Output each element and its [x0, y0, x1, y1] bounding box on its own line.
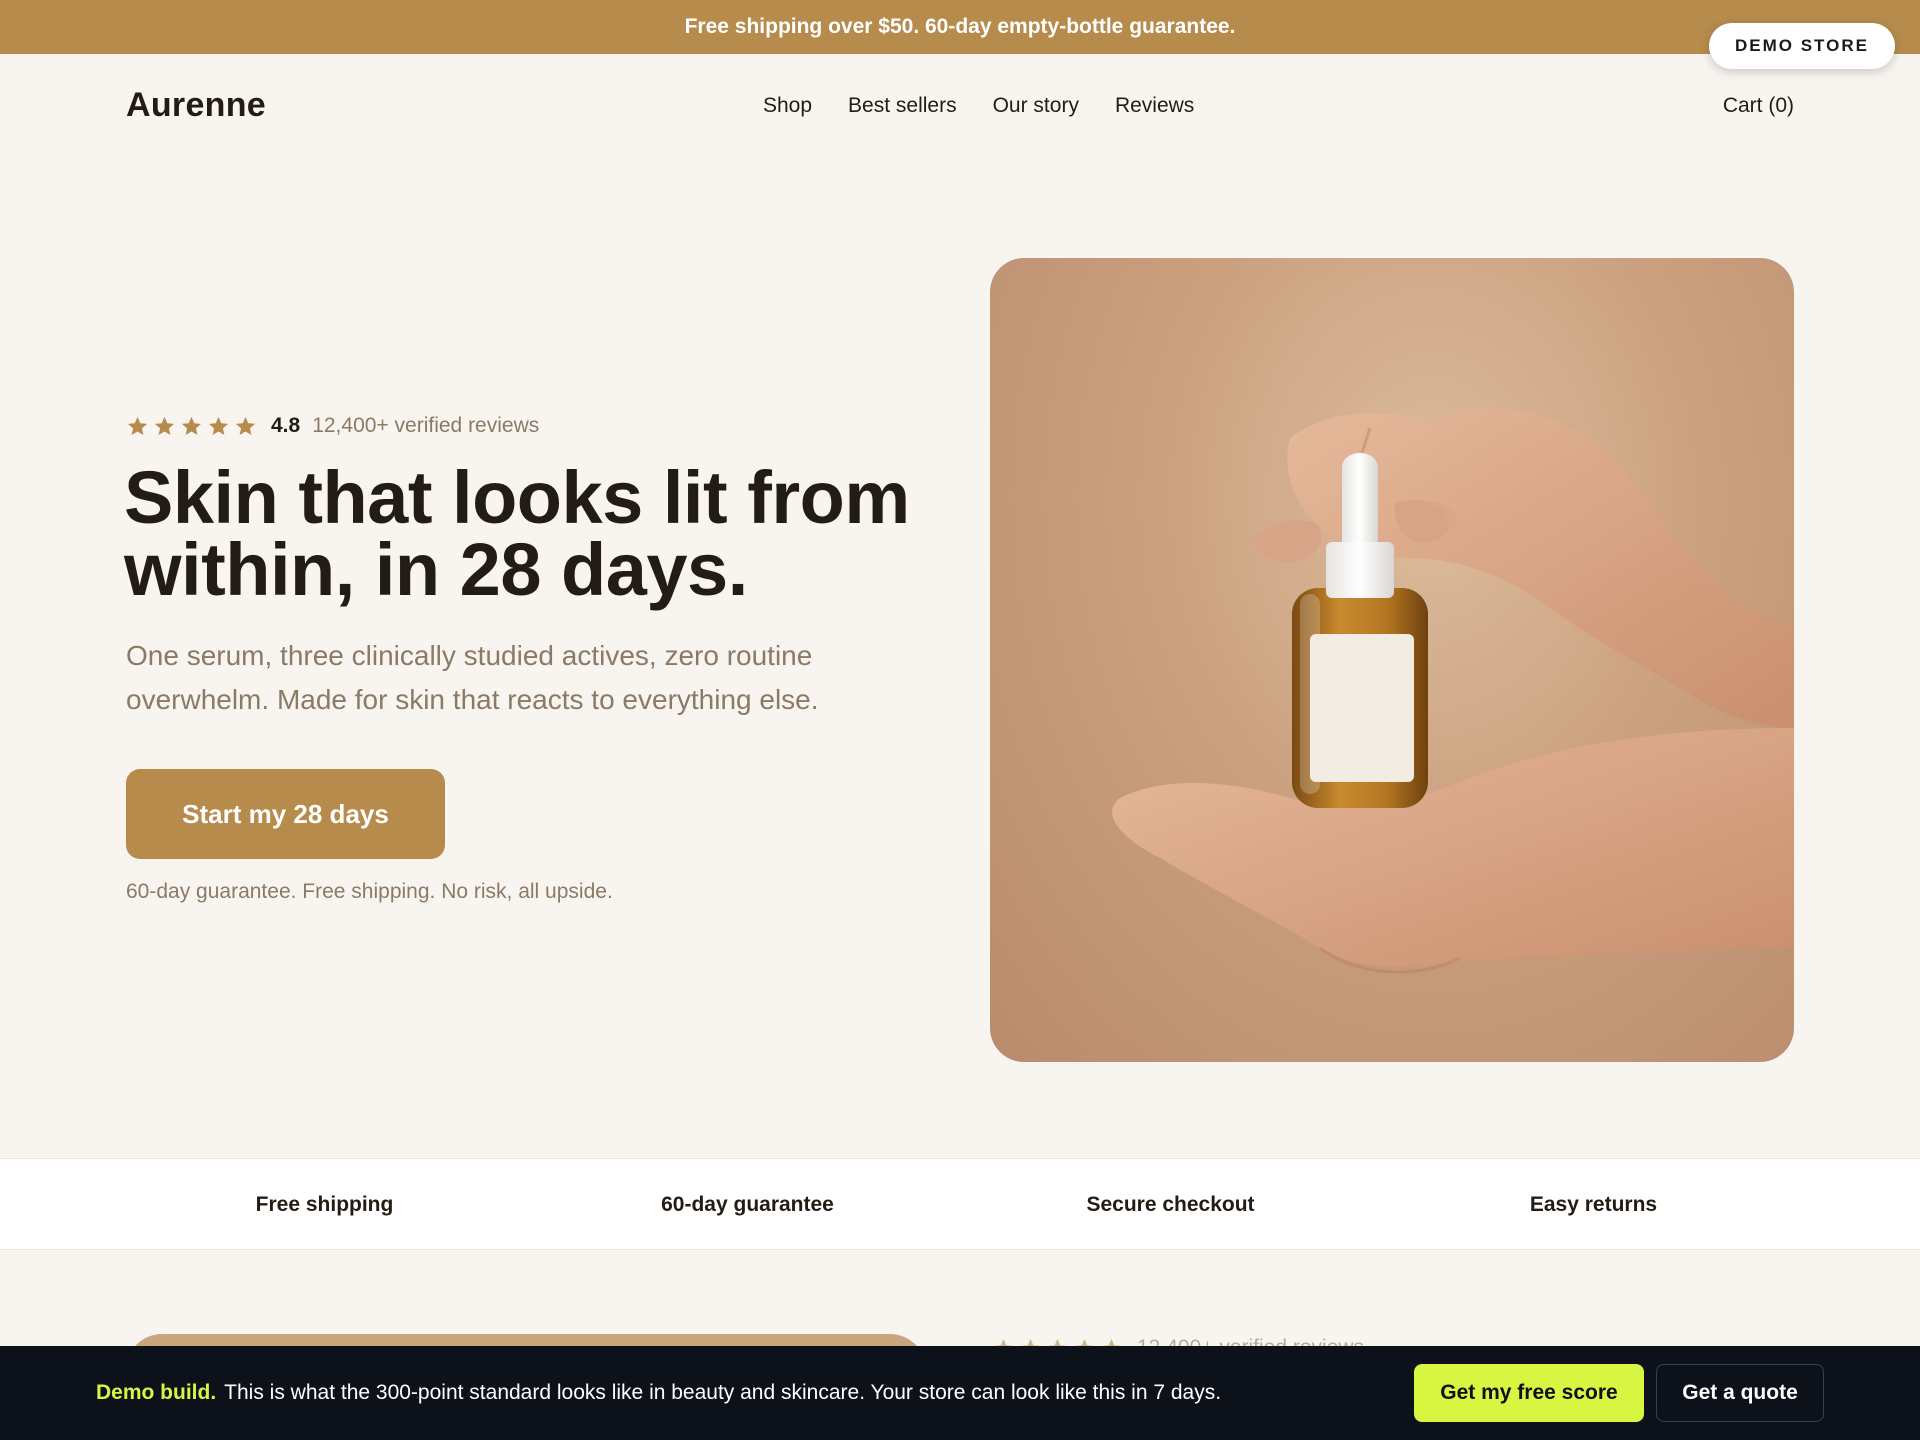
hero-product-image [990, 258, 1794, 1062]
trust-guarantee: 60-day guarantee [661, 1193, 834, 1216]
main-nav: Shop Best sellers Our story Reviews [763, 94, 1230, 118]
guarantee-note: 60-day guarantee. Free shipping. No risk… [126, 880, 613, 903]
demo-message: Demo build. This is what the 300-point s… [96, 1346, 1221, 1440]
brand-logo[interactable]: Aurenne [126, 86, 266, 125]
review-count: 12,400+ verified reviews [312, 414, 540, 437]
trust-easy-returns: Easy returns [1529, 1193, 1658, 1216]
start-button[interactable]: Start my 28 days [126, 769, 445, 859]
hero-rating: 4.8 12,400+ verified reviews [126, 414, 539, 438]
hero-subtitle: One serum, three clinically studied acti… [126, 634, 886, 722]
trust-free-shipping: Free shipping [255, 1193, 394, 1216]
announcement-text: Free shipping over $50. 60-day empty-bot… [684, 15, 1236, 38]
hero-subtitle-line-2: overwhelm. Made for skin that reacts to … [126, 684, 819, 715]
hero-title-line-1: Skin that looks lit from [124, 456, 910, 539]
serum-bottle-illustration [1112, 409, 1794, 974]
trust-secure-checkout: Secure checkout [1086, 1193, 1255, 1216]
announcement-bar: Free shipping over $50. 60-day empty-bot… [0, 0, 1920, 54]
star-rating [126, 415, 257, 438]
star-icon [235, 416, 256, 435]
nav-reviews[interactable]: Reviews [1115, 94, 1194, 118]
site-header: Aurenne Shop Best sellers Our story Revi… [0, 54, 1920, 162]
nav-best-sellers[interactable]: Best sellers [848, 94, 957, 118]
hero-title-line-2: within, in 28 days. [124, 528, 748, 611]
hero-title: Skin that looks lit from within, in 28 d… [124, 461, 964, 607]
demo-banner: Demo build. This is what the 300-point s… [0, 1346, 1920, 1440]
demo-lead: Demo build. [96, 1381, 217, 1404]
nav-shop[interactable]: Shop [763, 94, 812, 118]
star-icon [154, 416, 175, 435]
demo-store-badge[interactable]: DEMO STORE [1709, 23, 1895, 69]
star-icon [127, 416, 148, 435]
rating-score: 4.8 [271, 414, 301, 437]
star-icon [181, 416, 202, 435]
nav-our-story[interactable]: Our story [993, 94, 1079, 118]
hero-subtitle-line-1: One serum, three clinically studied acti… [126, 640, 813, 671]
trust-strip: Free shipping 60-day guarantee Secure ch… [0, 1158, 1920, 1250]
free-score-button[interactable]: Get my free score [1414, 1364, 1644, 1422]
get-quote-button[interactable]: Get a quote [1656, 1364, 1824, 1422]
cart-link[interactable]: Cart (0) [1723, 94, 1794, 118]
demo-text: This is what the 300-point standard look… [224, 1381, 1222, 1404]
star-icon [208, 416, 229, 435]
